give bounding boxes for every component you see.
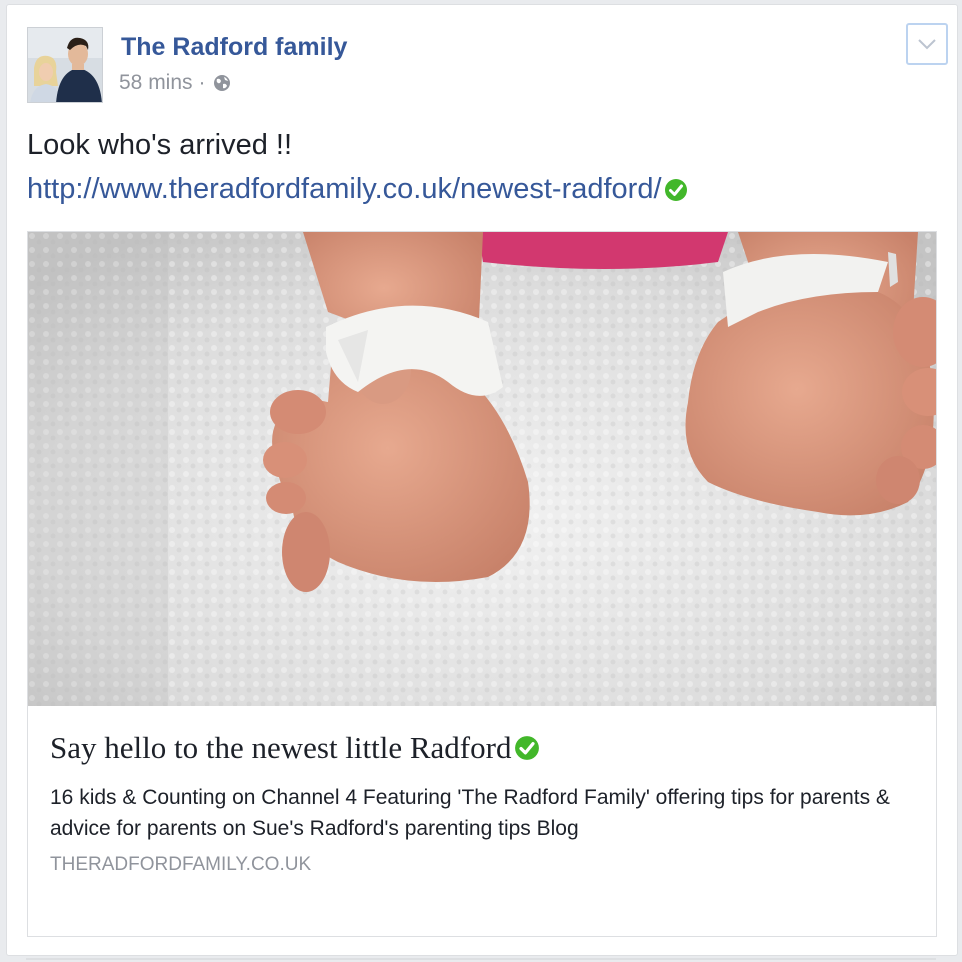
card-title[interactable]: Say hello to the newest little Radford [50, 730, 511, 766]
post-timestamp[interactable]: 58 mins [119, 71, 193, 95]
post-meta: 58 mins · [119, 71, 232, 95]
post-options-button[interactable] [906, 23, 948, 65]
chevron-down-icon [918, 39, 936, 50]
green-check-icon [664, 178, 687, 201]
post-message: Look who's arrived !! [27, 129, 293, 161]
avatar-photo [28, 28, 102, 102]
meta-separator: · [198, 71, 206, 94]
post-link-row: http://www.theradfordfamily.co.uk/newest… [27, 173, 688, 206]
link-preview-card[interactable]: Say hello to the newest little Radford 1… [27, 231, 937, 937]
author-name[interactable]: The Radford family [121, 33, 347, 62]
card-title-row: Say hello to the newest little Radford [50, 730, 540, 766]
card-domain: THERADFORDFAMILY.CO.UK [50, 854, 312, 875]
divider [26, 958, 936, 960]
avatar[interactable] [27, 27, 103, 103]
feed-post: The Radford family 58 mins · Look who's … [6, 4, 958, 956]
globe-icon[interactable] [212, 73, 232, 93]
post-link[interactable]: http://www.theradfordfamily.co.uk/newest… [27, 173, 662, 206]
baby-feet-photo[interactable] [28, 232, 936, 706]
green-check-icon [515, 736, 540, 760]
card-description: 16 kids & Counting on Channel 4 Featurin… [50, 786, 890, 840]
